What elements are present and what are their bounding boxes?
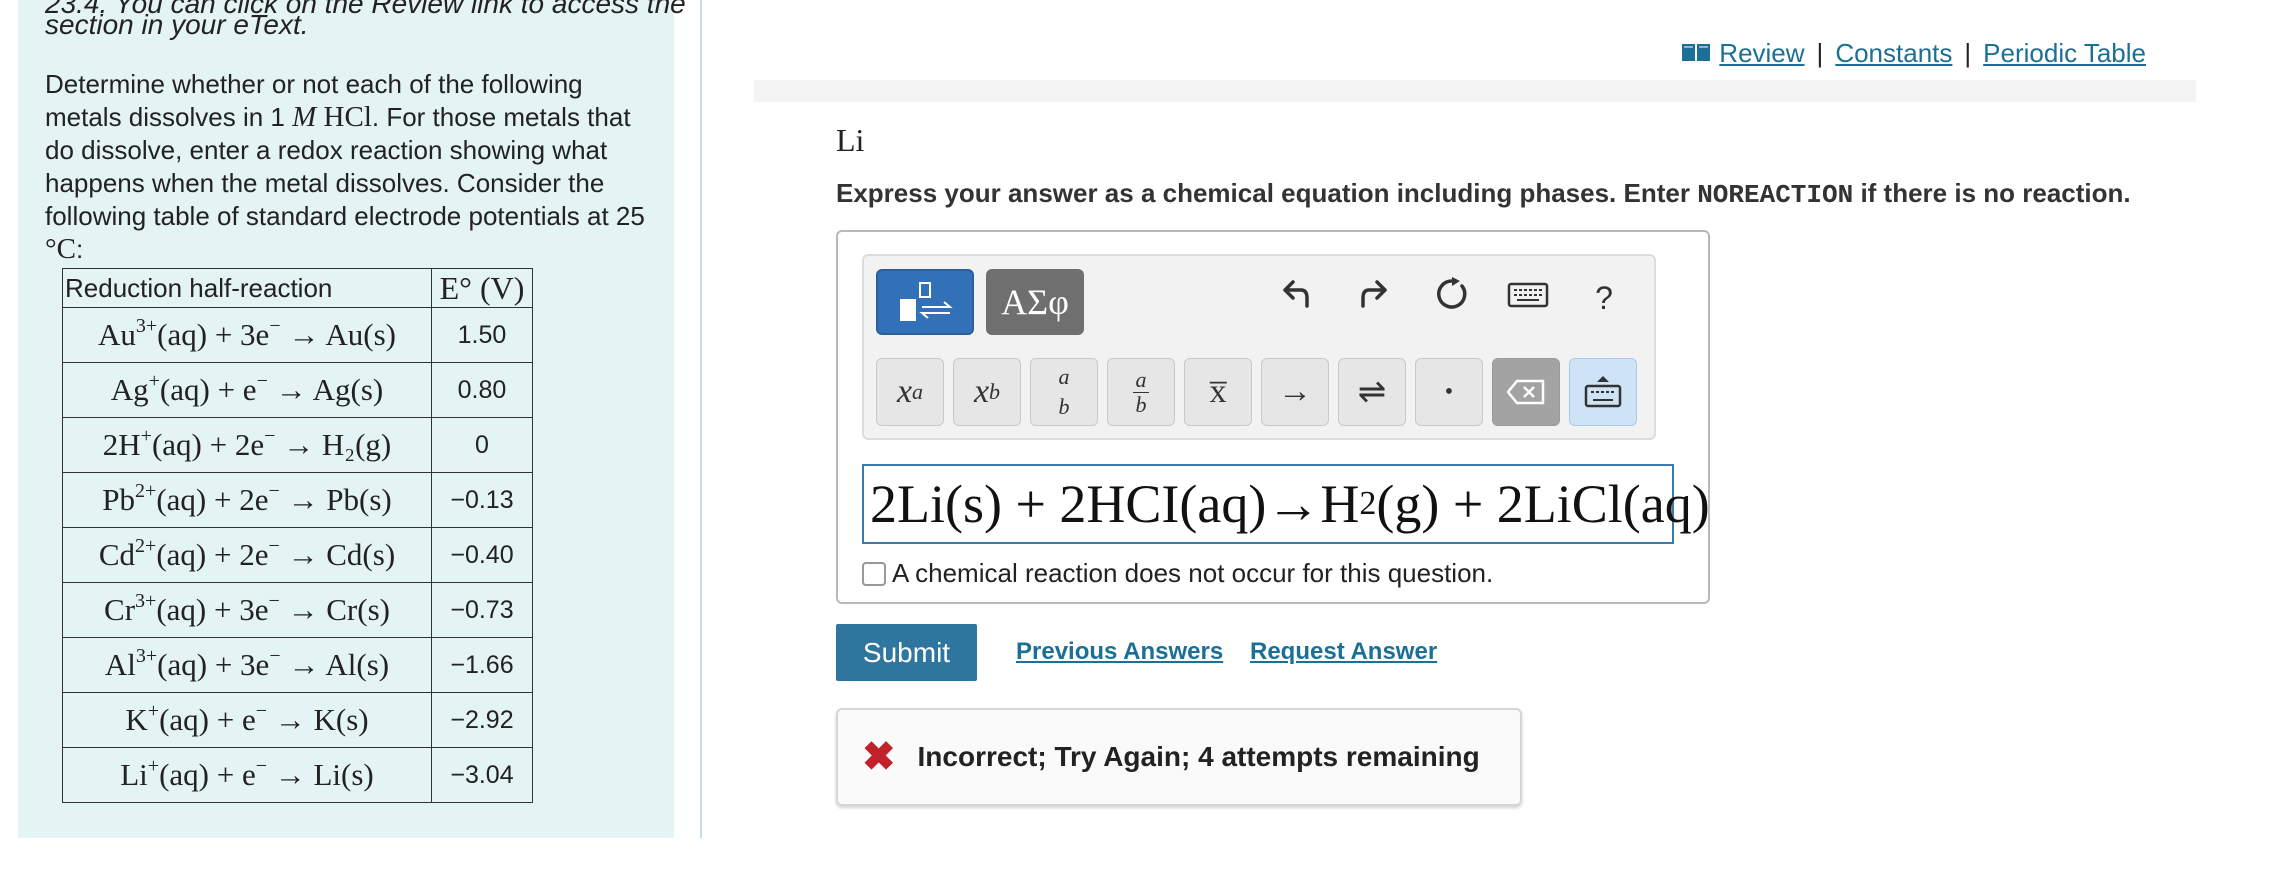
half-reaction-cell: 2H+(aq) + 2e− → H₂(g) [62,417,432,473]
table-row: 2H+(aq) + 2e− → H₂(g) 0 [62,417,533,473]
feedback-box: ✖ Incorrect; Try Again; 4 attempts remai… [836,708,1522,806]
electrode-potential-table: Reduction half-reaction E° (V) Au3+(aq) … [62,268,533,803]
panel-divider [700,0,702,838]
equilibrium-arrow-key[interactable]: ⇌ [1338,358,1406,426]
part-label: Li [836,122,865,158]
table-row: Al3+(aq) + 3e− → Al(s) −1.66 [62,637,533,693]
table-row: Cd2+(aq) + 2e− → Cd(s) −0.40 [62,527,533,583]
table-header-reaction: Reduction half-reaction [62,268,432,308]
potential-cell: −0.13 [431,472,533,528]
previous-answers-link[interactable]: Previous Answers [1016,638,1223,666]
table-row: Au3+(aq) + 3e− → Au(s) 1.50 [62,307,533,363]
no-reaction-checkbox[interactable] [862,561,886,586]
periodic-table-link[interactable]: Periodic Table [1983,38,2146,69]
no-reaction-label: A chemical reaction does not occur for t… [892,558,1494,588]
templates-icon [900,282,953,321]
half-reaction-cell: K+(aq) + e− → K(s) [62,692,432,748]
half-reaction-cell: Al3+(aq) + 3e− → Al(s) [62,637,432,693]
potential-cell: −1.66 [431,637,533,693]
templates-button[interactable] [876,269,974,335]
potential-cell: 0.80 [431,362,533,418]
potential-cell: −2.92 [431,692,533,748]
half-reaction-cell: Cr3+(aq) + 3e− → Cr(s) [62,582,432,638]
subscript-key[interactable]: xb [953,358,1021,426]
part-header-bar [754,80,2196,102]
mean-bar-key[interactable]: x̅ [1184,358,1252,426]
undo-icon[interactable] [1274,276,1318,320]
request-answer-link[interactable]: Request Answer [1250,638,1437,666]
toggle-keyboard-key[interactable] [1569,358,1637,426]
table-row: Ag+(aq) + e− → Ag(s) 0.80 [62,362,533,418]
table-header-potential: E° (V) [431,268,533,308]
stacked-fraction-key[interactable]: ab [1107,358,1175,426]
resource-links: Review | Constants | Periodic Table [1681,38,2146,69]
table-row: Li+(aq) + e− → Li(s) −3.04 [62,747,533,803]
intro-line: section in your eText. [45,9,309,40]
table-row: Cr3+(aq) + 3e− → Cr(s) −0.73 [62,582,533,638]
redo-icon[interactable] [1352,276,1396,320]
book-icon [1681,38,1711,69]
reaction-arrow-key[interactable]: → [1261,358,1329,426]
half-reaction-cell: Cd2+(aq) + 2e− → Cd(s) [62,527,432,583]
half-reaction-cell: Au3+(aq) + 3e− → Au(s) [62,307,432,363]
potential-cell: 0 [431,417,533,473]
dot-key[interactable]: • [1415,358,1483,426]
half-reaction-cell: Ag+(aq) + e− → Ag(s) [62,362,432,418]
problem-statement: Determine whether or not each of the fol… [45,69,645,265]
incorrect-x-icon: ✖ [862,735,896,779]
backspace-key[interactable] [1492,358,1560,426]
feedback-text: Incorrect; Try Again; 4 attempts remaini… [917,741,1480,772]
half-reaction-cell: Pb2+(aq) + 2e− → Pb(s) [62,472,432,528]
potential-cell: 1.50 [431,307,533,363]
table-row: K+(aq) + e− → K(s) −2.92 [62,692,533,748]
symbols-button[interactable]: ΑΣφ [986,269,1084,335]
reset-icon[interactable] [1430,276,1474,322]
keyboard-icon[interactable] [1506,276,1550,320]
superscript-key[interactable]: xa [876,358,944,426]
problem-panel: 23.4. You can click on the Review link t… [18,0,686,838]
review-link[interactable]: Review [1719,38,1804,69]
answer-area: ΑΣφ ? xa xb ab ab x̅ → ⇌ • 2Li(s) + 2HCI… [836,230,1710,604]
submit-button[interactable]: Submit [836,624,977,681]
potential-cell: −0.40 [431,527,533,583]
half-reaction-cell: Li+(aq) + e− → Li(s) [62,747,432,803]
constants-link[interactable]: Constants [1835,38,1952,69]
potential-cell: −0.73 [431,582,533,638]
math-toolbar: ΑΣφ ? xa xb ab ab x̅ → ⇌ • [862,254,1656,440]
table-row: Pb2+(aq) + 2e− → Pb(s) −0.13 [62,472,533,528]
equation-input[interactable]: 2Li(s) + 2HCI(aq)→H 2 (g) + 2LiCl(aq) [862,464,1710,544]
help-button[interactable]: ? [1582,276,1626,320]
backspace-icon [1507,379,1545,405]
fraction-key[interactable]: ab [1030,358,1098,426]
keyboard-toggle-icon [1584,376,1622,408]
answer-instructions: Express your answer as a chemical equati… [836,178,2131,210]
potential-cell: −3.04 [431,747,533,803]
no-reaction-option: A chemical reaction does not occur for t… [862,558,1493,589]
